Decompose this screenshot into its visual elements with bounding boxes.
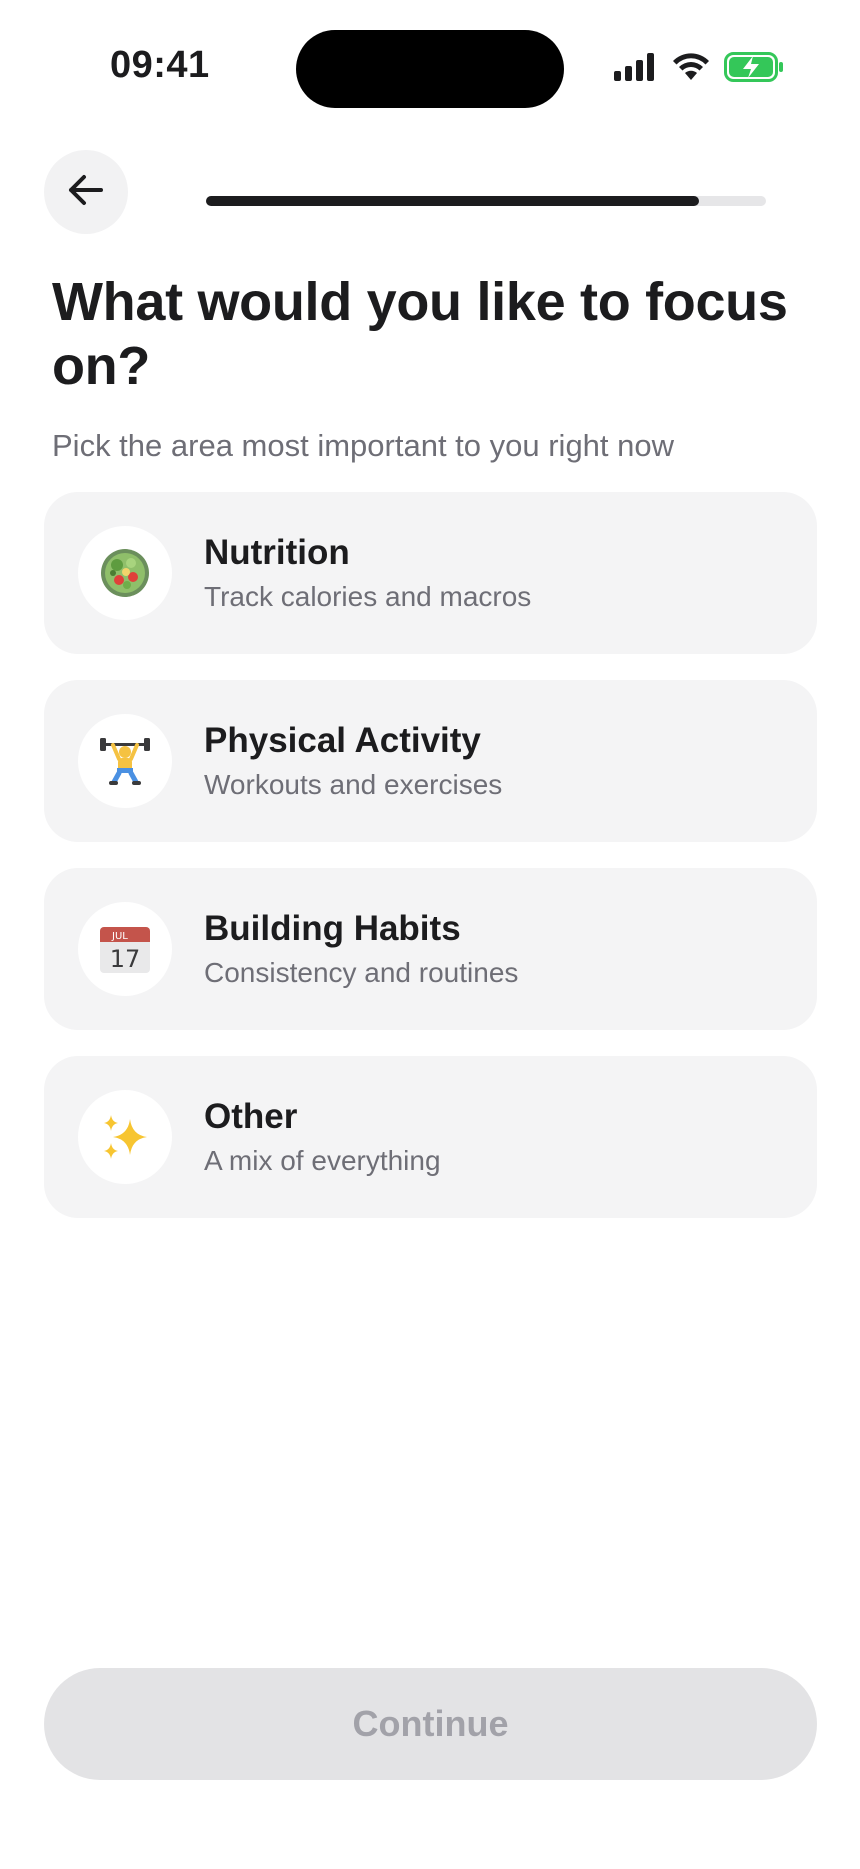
focus-options: Nutrition Track calories and macros Phys… [44,492,817,1244]
option-description: Consistency and routines [204,957,519,988]
sparkles-icon [78,1090,172,1184]
option-other[interactable]: Other A mix of everything [44,1056,817,1218]
page-subtitle: Pick the area most important to you righ… [52,428,675,463]
option-description: A mix of everything [204,1145,441,1176]
battery-charging-icon [724,52,784,87]
calendar-month: JUL [111,931,128,942]
option-title: Nutrition [204,533,350,572]
dynamic-island [296,30,564,108]
option-title: Building Habits [204,909,461,948]
status-time: 09:41 [110,44,210,86]
calendar-icon: JUL 17 [78,902,172,996]
arrow-left-icon [68,174,104,211]
calendar-day: 17 [110,945,141,973]
option-title: Physical Activity [204,721,481,760]
option-description: Track calories and macros [204,581,532,612]
page-title: What would you like to focus on? [52,272,788,396]
signal-icon [614,53,658,86]
weightlifter-icon [78,714,172,808]
progress-fill [206,196,699,206]
option-physical-activity[interactable]: Physical Activity Workouts and exercises [44,680,817,842]
salad-icon [78,526,172,620]
option-description: Workouts and exercises [204,769,503,800]
continue-button[interactable]: Continue [44,1668,817,1780]
progress-bar [206,196,766,206]
option-nutrition[interactable]: Nutrition Track calories and macros [44,492,817,654]
wifi-icon [672,53,710,86]
back-button[interactable] [44,150,128,234]
status-icons [614,52,784,87]
option-building-habits[interactable]: JUL 17 Building Habits Consistency and r… [44,868,817,1030]
option-title: Other [204,1097,298,1136]
